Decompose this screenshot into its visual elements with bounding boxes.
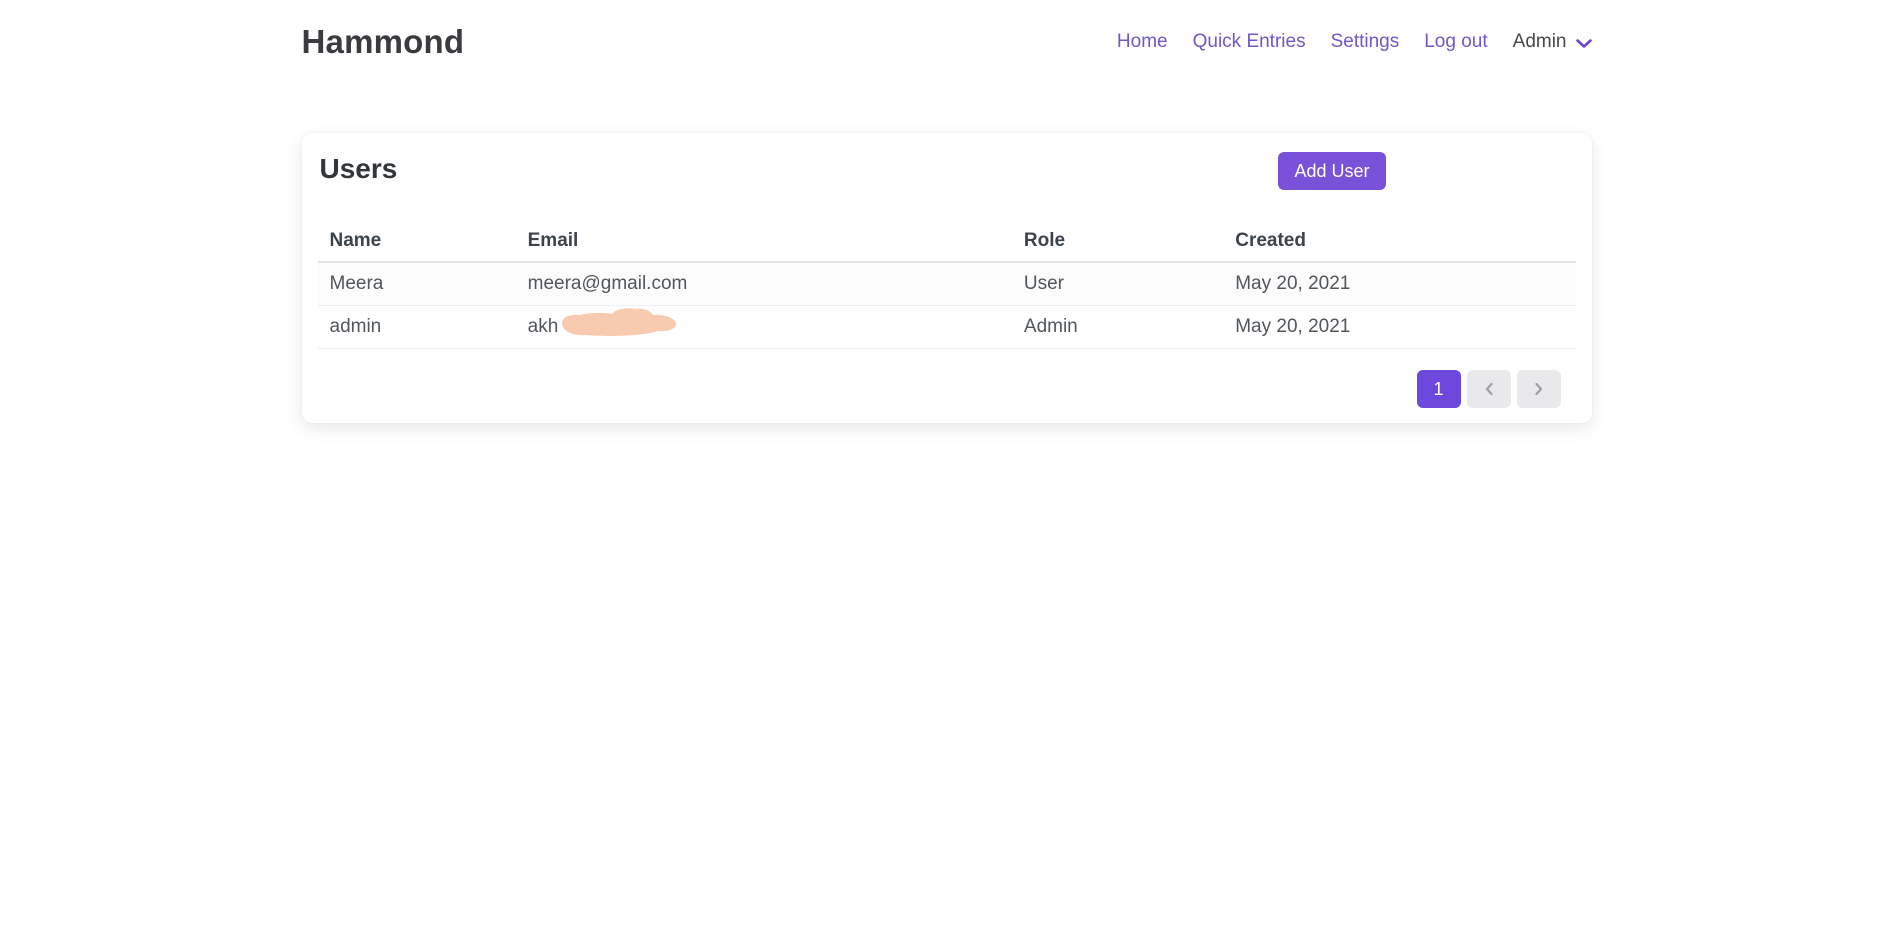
redaction-scribble (556, 306, 684, 337)
add-user-button[interactable]: Add User (1278, 152, 1385, 190)
column-header-name: Name (318, 221, 516, 262)
column-header-role: Role (1012, 221, 1223, 262)
cell-name: Meera (318, 262, 516, 306)
cell-created: May 20, 2021 (1223, 306, 1575, 349)
chevron-left-icon (1484, 382, 1494, 396)
cell-role: User (1012, 262, 1223, 306)
cell-name: admin (318, 306, 516, 349)
table-header-row: Name Email Role Created (318, 221, 1576, 262)
nav-link-settings[interactable]: Settings (1331, 31, 1400, 53)
page-title: Users (320, 153, 1576, 185)
nav-link-logout[interactable]: Log out (1424, 31, 1487, 53)
cell-role: Admin (1012, 306, 1223, 349)
table-row: Meera meera@gmail.com User May 20, 2021 (318, 262, 1576, 306)
pagination-page-1-button[interactable]: 1 (1417, 370, 1461, 408)
topbar: Hammond Home Quick Entries Settings Log … (0, 0, 1893, 84)
cell-email: meera@gmail.com (516, 262, 1012, 306)
pagination-prev-button[interactable] (1467, 370, 1511, 408)
column-header-created: Created (1223, 221, 1575, 262)
nav-link-home[interactable]: Home (1117, 31, 1168, 53)
pagination-next-button[interactable] (1517, 370, 1561, 408)
cell-email-visible-text: akh (528, 316, 559, 337)
user-menu-dropdown[interactable]: Admin (1513, 31, 1592, 53)
users-card: Users Add User Name Email Role Created M… (302, 133, 1592, 423)
main-content: Users Add User Name Email Role Created M… (302, 133, 1592, 423)
user-menu-label: Admin (1513, 31, 1567, 53)
users-table: Name Email Role Created Meera meera@gmai… (318, 221, 1576, 349)
cell-created: May 20, 2021 (1223, 262, 1575, 306)
pagination: 1 (318, 370, 1561, 408)
column-header-email: Email (516, 221, 1012, 262)
nav-link-quick-entries[interactable]: Quick Entries (1193, 31, 1306, 53)
table-row: admin akh Admin May 20, 2021 (318, 306, 1576, 349)
chevron-right-icon (1534, 382, 1544, 396)
cell-email: akh (516, 306, 1012, 349)
chevron-down-icon (1576, 36, 1592, 49)
main-nav: Home Quick Entries Settings Log out Admi… (1117, 31, 1592, 53)
brand-logo[interactable]: Hammond (302, 23, 465, 61)
